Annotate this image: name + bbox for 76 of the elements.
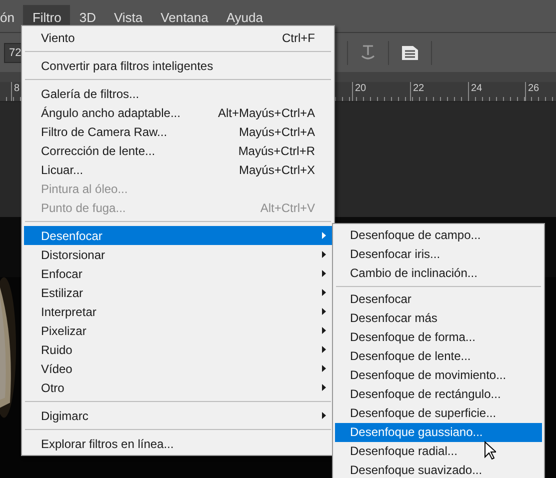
menu-item-label: Convertir para filtros inteligentes — [41, 58, 214, 74]
shortcut-text: Ctrl+F — [282, 30, 315, 46]
submenu-arrow-icon — [322, 251, 326, 258]
menu-item[interactable]: Estilizar — [24, 283, 332, 302]
menu-item[interactable]: Cambio de inclinación... — [335, 264, 542, 283]
menu-item-label: Distorsionar — [41, 246, 106, 264]
shortcut-text: Mayús+Ctrl+X — [238, 162, 315, 178]
ruler-label: 8 — [11, 82, 20, 101]
menu-item-label: Galería de filtros... — [41, 86, 140, 102]
ruler-label: 20 — [352, 82, 366, 101]
menu-item[interactable]: Ruido — [24, 340, 332, 359]
submenu-arrow-icon — [322, 232, 326, 239]
menu-item[interactable]: Desenfocar más — [335, 309, 542, 328]
menu-item-label: Interpretar — [41, 304, 98, 320]
submenu-arrow-icon — [322, 346, 326, 353]
menu-item[interactable]: Desenfocar — [335, 290, 542, 309]
menu-item[interactable]: Pixelizar — [24, 321, 332, 340]
menu-item[interactable]: Filtro de Camera Raw... Mayús+Ctrl+A — [24, 122, 332, 141]
menu-item-label: Estilizar — [41, 284, 84, 302]
submenu-arrow-icon — [322, 289, 326, 296]
menu-item[interactable]: Vídeo — [24, 359, 332, 378]
menu-item-label: Pintura al óleo... — [41, 180, 129, 198]
menu-item-label: Punto de fuga... — [41, 200, 127, 216]
submenu-arrow-icon — [322, 365, 326, 372]
menu-item-label: Enfocar — [41, 266, 84, 282]
menu-item[interactable]: Desenfoque radial... — [335, 442, 542, 461]
menu-item[interactable]: Corrección de lente... Mayús+Ctrl+R — [24, 141, 332, 160]
submenu-arrow-icon — [322, 412, 326, 419]
menu-item[interactable]: Distorsionar — [24, 245, 332, 264]
menu-item[interactable]: Desenfocar — [24, 226, 332, 245]
menu-item[interactable]: Enfocar — [24, 264, 332, 283]
menu-bar-item[interactable]: ón — [0, 5, 24, 31]
menu-item-label: Explorar filtros en línea... — [41, 436, 175, 452]
menu-item-label: Ángulo ancho adaptable... — [41, 104, 182, 122]
menu-item[interactable]: Viento Ctrl+F — [24, 28, 332, 47]
menu-item-label: Otro — [41, 380, 66, 396]
menu-item[interactable]: Licuar... Mayús+Ctrl+X — [24, 160, 332, 179]
menu-item[interactable]: Digimarc — [24, 406, 332, 425]
menu-item[interactable]: Desenfocar iris... — [335, 245, 542, 264]
menu-item-label: Ruido — [41, 342, 74, 358]
menu-item-label: Corrección de lente... — [41, 142, 156, 160]
menu-item[interactable]: Interpretar — [24, 302, 332, 321]
menu-item[interactable]: Ángulo ancho adaptable... Alt+Mayús+Ctrl+A — [24, 103, 332, 122]
ruler-label: 24 — [468, 82, 482, 101]
menu-item[interactable]: Desenfoque de movimiento... — [335, 366, 542, 385]
menu-item-label: Digimarc — [41, 408, 90, 424]
panel-icon[interactable] — [401, 44, 419, 60]
menu-item-label: Vídeo — [41, 360, 74, 378]
menu-item[interactable]: Galería de filtros... — [24, 84, 332, 103]
menu-item[interactable]: Otro — [24, 378, 332, 397]
menu-item[interactable]: Desenfoque de forma... — [335, 328, 542, 347]
menu-item[interactable]: Desenfoque de lente... — [335, 347, 542, 366]
menu-item[interactable]: Desenfoque de superficie... — [335, 404, 542, 423]
submenu-arrow-icon — [322, 270, 326, 277]
text-warp-icon[interactable] — [360, 44, 376, 62]
menu-item[interactable]: Desenfoque gaussiano... — [335, 423, 542, 442]
submenu-arrow-icon — [322, 327, 326, 334]
shortcut-text: Alt+Ctrl+V — [260, 200, 315, 216]
menu-item[interactable]: Desenfoque de rectángulo... — [335, 385, 542, 404]
ruler-label: 22 — [410, 82, 424, 101]
menu-item[interactable]: Desenfoque suavizado... — [335, 461, 542, 478]
menu-item-label: Licuar... — [41, 162, 84, 178]
menu-item-label: Pixelizar — [41, 322, 88, 340]
menu-item-label: Desenfocar — [41, 228, 104, 244]
submenu-arrow-icon — [322, 384, 326, 391]
shortcut-text: Mayús+Ctrl+A — [238, 124, 315, 140]
shortcut-text: Alt+Mayús+Ctrl+A — [218, 104, 315, 122]
menu-item[interactable]: Convertir para filtros inteligentes — [24, 56, 332, 75]
menu-item[interactable]: Desenfoque de campo... — [335, 226, 542, 245]
ruler-label: 26 — [525, 82, 540, 101]
menu-item[interactable]: Explorar filtros en línea... — [24, 434, 332, 453]
shortcut-text: Mayús+Ctrl+R — [238, 142, 315, 160]
menu-item-label: Viento — [41, 30, 76, 46]
submenu-arrow-icon — [322, 308, 326, 315]
menu-item-label: Filtro de Camera Raw... — [41, 124, 168, 140]
cursor-icon — [484, 441, 496, 460]
